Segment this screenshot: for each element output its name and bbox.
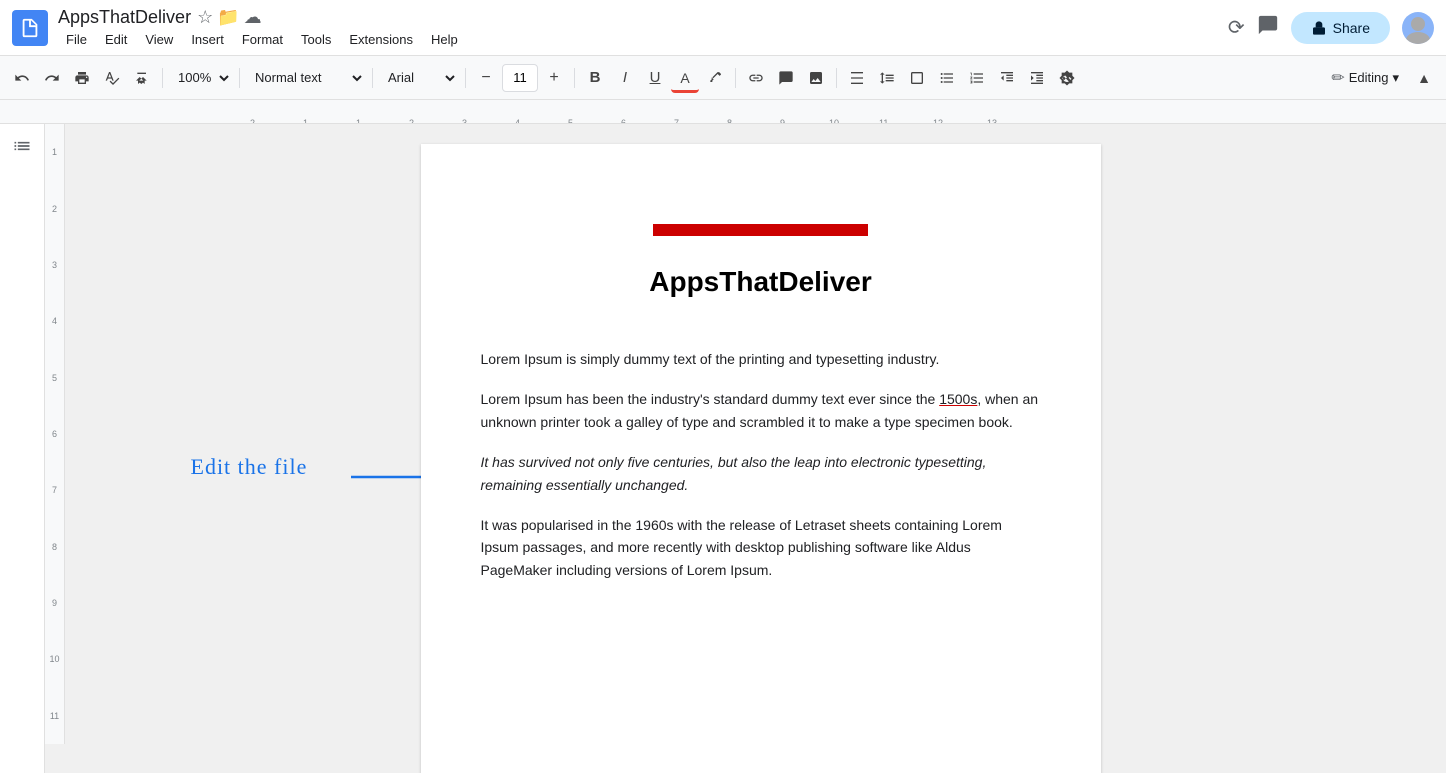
- redo-button[interactable]: [38, 63, 66, 93]
- para2-link[interactable]: 1500s: [939, 391, 977, 407]
- menu-file[interactable]: File: [58, 30, 95, 49]
- text-color-button[interactable]: A: [671, 63, 699, 93]
- decrease-indent-button[interactable]: [993, 63, 1021, 93]
- print-button[interactable]: [68, 63, 96, 93]
- menu-bar: File Edit View Insert Format Tools Exten…: [58, 30, 1228, 49]
- style-select[interactable]: Normal text Heading 1 Heading 2: [246, 63, 366, 93]
- share-button[interactable]: Share: [1291, 12, 1390, 44]
- bold-button[interactable]: B: [581, 63, 609, 93]
- comment-icon[interactable]: [1257, 14, 1279, 42]
- separator-5: [574, 68, 575, 88]
- history-icon[interactable]: ⟳: [1228, 15, 1245, 40]
- share-label: Share: [1333, 20, 1370, 36]
- font-size-increase-button[interactable]: +: [540, 63, 568, 93]
- bullet-list-button[interactable]: [933, 63, 961, 93]
- red-bar: [653, 224, 868, 236]
- title-bar: AppsThatDeliver ☆ 📁 ☁ File Edit View Ins…: [0, 0, 1446, 56]
- menu-extensions[interactable]: Extensions: [341, 30, 421, 49]
- font-size-input[interactable]: [502, 64, 538, 92]
- numbered-list-button[interactable]: [963, 63, 991, 93]
- highlight-button[interactable]: [701, 63, 729, 93]
- document-title: AppsThatDeliver: [481, 266, 1041, 298]
- separator-7: [836, 68, 837, 88]
- outline-icon[interactable]: [12, 136, 32, 161]
- pencil-icon: ✏: [1331, 68, 1344, 88]
- paint-format-button[interactable]: [128, 63, 156, 93]
- checklist-button[interactable]: [903, 63, 931, 93]
- main-layout: 1234567891011 Edit the file AppsThatDe: [0, 124, 1446, 773]
- toolbar: 100% Normal text Heading 1 Heading 2 Ari…: [0, 56, 1446, 100]
- editing-mode-label: Editing: [1349, 70, 1389, 85]
- menu-insert[interactable]: Insert: [183, 30, 232, 49]
- increase-indent-button[interactable]: [1023, 63, 1051, 93]
- page[interactable]: AppsThatDeliver Lorem Ipsum is simply du…: [421, 144, 1101, 773]
- spellcheck-button[interactable]: [98, 63, 126, 93]
- separator-1: [162, 68, 163, 88]
- folder-icon[interactable]: 📁: [217, 7, 239, 28]
- title-section: AppsThatDeliver ☆ 📁 ☁ File Edit View Ins…: [58, 7, 1228, 49]
- avatar[interactable]: [1402, 12, 1434, 44]
- menu-format[interactable]: Format: [234, 30, 291, 49]
- align-button[interactable]: [843, 63, 871, 93]
- collapse-toolbar-button[interactable]: ▲: [1410, 63, 1438, 93]
- para2-part1: Lorem Ipsum has been the industry's stan…: [481, 391, 940, 407]
- link-button[interactable]: [742, 63, 770, 93]
- document-area[interactable]: 1234567891011 Edit the file AppsThatDe: [45, 124, 1446, 773]
- comment-insert-button[interactable]: [772, 63, 800, 93]
- separator-6: [735, 68, 736, 88]
- image-button[interactable]: [802, 63, 830, 93]
- separator-3: [372, 68, 373, 88]
- paragraph-2[interactable]: Lorem Ipsum has been the industry's stan…: [481, 388, 1041, 433]
- menu-tools[interactable]: Tools: [293, 30, 339, 49]
- paragraph-4[interactable]: It was popularised in the 1960s with the…: [481, 514, 1041, 581]
- separator-2: [239, 68, 240, 88]
- vertical-ruler: 1234567891011: [45, 124, 65, 744]
- menu-help[interactable]: Help: [423, 30, 466, 49]
- menu-view[interactable]: View: [137, 30, 181, 49]
- chevron-down-icon: ▾: [1392, 70, 1399, 86]
- page-container: Edit the file AppsThatDeliver Lorem Ipsu…: [421, 144, 1101, 773]
- font-size-decrease-button[interactable]: −: [472, 63, 500, 93]
- paragraph-3[interactable]: It has survived not only five centuries,…: [481, 451, 1041, 496]
- clear-format-button[interactable]: [1053, 63, 1081, 93]
- doc-title-text[interactable]: AppsThatDeliver: [58, 7, 191, 28]
- paragraph-1[interactable]: Lorem Ipsum is simply dummy text of the …: [481, 348, 1041, 370]
- undo-button[interactable]: [8, 63, 36, 93]
- ruler: 2 1 1 2 3 4 5 6 7 8 9 10 11 12: [0, 100, 1446, 124]
- editing-mode-dropdown[interactable]: ✏ Editing ▾: [1322, 63, 1408, 93]
- cloud-icon[interactable]: ☁: [244, 7, 262, 28]
- font-select[interactable]: Arial: [379, 63, 459, 93]
- outline-panel: [0, 124, 45, 773]
- annotation-text: Edit the file: [191, 454, 308, 480]
- zoom-select[interactable]: 100%: [169, 63, 233, 93]
- annotation: Edit the file: [191, 454, 308, 480]
- title-bar-right: ⟳ Share: [1228, 12, 1434, 44]
- underline-button[interactable]: U: [641, 63, 669, 93]
- doc-icon: [12, 10, 48, 46]
- star-icon[interactable]: ☆: [197, 7, 213, 28]
- line-spacing-button[interactable]: [873, 63, 901, 93]
- italic-button[interactable]: I: [611, 63, 639, 93]
- separator-4: [465, 68, 466, 88]
- menu-edit[interactable]: Edit: [97, 30, 135, 49]
